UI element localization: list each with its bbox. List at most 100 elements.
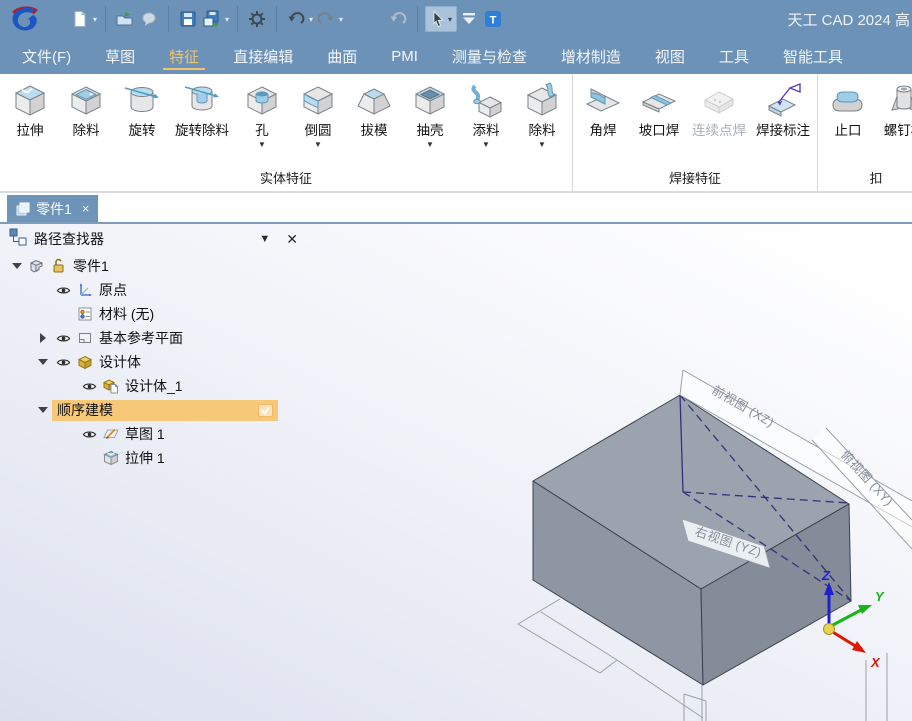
ribbon-button-extrude[interactable]: 拉伸 — [3, 78, 57, 151]
text-tool-icon: T — [484, 10, 502, 28]
new-file-button[interactable] — [68, 7, 92, 31]
gear-icon — [248, 10, 266, 28]
dropdown-arrow-icon[interactable]: ▼ — [538, 139, 546, 151]
tree-row-拉伸 1[interactable]: 拉伸 1 — [0, 446, 312, 470]
tree-row-顺序建模[interactable]: 顺序建模 — [0, 398, 312, 422]
eye-icon[interactable] — [52, 331, 74, 346]
expander-open-icon[interactable] — [34, 354, 52, 370]
save-all-dropdown-icon[interactable]: ▾ — [225, 15, 229, 24]
dropdown-arrow-icon[interactable]: ▼ — [314, 139, 322, 151]
menu-tab-4[interactable]: 直接编辑 — [233, 38, 293, 74]
save-button[interactable] — [176, 7, 200, 31]
ribbon-button-groove-weld[interactable]: 坡口焊 — [632, 78, 686, 151]
pathfinder-icon — [8, 227, 28, 247]
ribbon-button-revolve-cut[interactable]: 旋转除料 — [171, 78, 233, 151]
redo-dropdown-icon[interactable]: ▾ — [339, 15, 343, 24]
part-icon — [26, 258, 48, 274]
ribbon-button-cutout[interactable]: 除料 — [59, 78, 113, 151]
ribbon-button-cutout2[interactable]: 除料▼ — [515, 78, 569, 151]
ref-plane-icon — [74, 330, 96, 346]
ribbon-button-label: 除料 — [73, 122, 100, 139]
pathfinder-title: 路径查找器 — [34, 229, 104, 249]
open-file-button[interactable] — [113, 7, 137, 31]
save-icon — [179, 10, 197, 28]
expander-open-icon[interactable] — [8, 258, 26, 274]
menu-tab-10[interactable]: 工具 — [719, 38, 749, 74]
tab-close-icon[interactable]: × — [82, 201, 90, 216]
toolbar-gap — [344, 19, 386, 20]
ribbon-button-draft[interactable]: 拔模 — [347, 78, 401, 151]
menu-tab-7[interactable]: 测量与检查 — [452, 38, 527, 74]
y-axis-label: Y — [875, 589, 885, 604]
new-file-dropdown-icon[interactable]: ▾ — [93, 15, 97, 24]
extrude-mini-icon — [103, 450, 119, 466]
expander-closed-icon[interactable] — [34, 330, 52, 346]
round-icon — [298, 81, 338, 121]
ribbon-button-shell[interactable]: 抽壳▼ — [403, 78, 457, 151]
dropdown-arrow-icon[interactable]: ▼ — [482, 139, 490, 151]
eye-icon[interactable] — [52, 355, 74, 370]
expander-open-icon[interactable] — [34, 402, 52, 418]
tree-row-设计体_1[interactable]: 设计体_1 — [0, 374, 312, 398]
ribbon-button-round[interactable]: 倒圆▼ — [291, 78, 345, 151]
tree-row-草图 1[interactable]: 草图 1 — [0, 422, 312, 446]
revolve-icon — [122, 81, 162, 121]
menu-tab-5[interactable]: 曲面 — [327, 38, 357, 74]
ribbon-button-label: 添料 — [473, 122, 500, 139]
menu-tab-1[interactable]: 文件(F) — [22, 38, 71, 74]
checked-checkbox-icon[interactable] — [258, 403, 273, 418]
dropdown-arrow-icon[interactable]: ▼ — [258, 139, 266, 151]
ribbon-group-label: 焊接特征 — [575, 166, 815, 191]
dropdown-arrow-icon[interactable]: ▼ — [426, 139, 434, 151]
menu-tab-8[interactable]: 增材制造 — [561, 38, 621, 74]
eye-icon — [56, 331, 71, 346]
ribbon-button-lip[interactable]: 止口 — [821, 78, 875, 151]
ribbon-button-screw-boss[interactable]: 螺钉柱 — [877, 78, 912, 151]
ribbon-button-hole[interactable]: 孔▼ — [235, 78, 289, 151]
undo-dropdown-icon[interactable]: ▾ — [309, 15, 313, 24]
pathfinder-options-chevron-icon[interactable]: ▼ — [259, 233, 270, 245]
save-all-button[interactable] — [200, 7, 224, 31]
ribbon-button-label: 拔模 — [361, 122, 388, 139]
ribbon-button-label: 孔 — [255, 122, 269, 139]
tree-row-设计体[interactable]: 设计体 — [0, 350, 312, 374]
document-tab-bar: 零件1× — [0, 195, 912, 224]
tree-row-材料 (无)[interactable]: 材料 (无) — [0, 302, 312, 326]
active-mode-highlight[interactable]: 顺序建模 — [52, 400, 278, 421]
select-tool-button[interactable]: ▾ — [425, 6, 457, 32]
ribbon-button-fillet-weld[interactable]: 角焊 — [576, 78, 630, 151]
tree-row-基本参考平面[interactable]: 基本参考平面 — [0, 326, 312, 350]
spot-weld-icon — [699, 81, 739, 121]
screw-boss-icon — [884, 81, 912, 121]
cutout-icon — [66, 81, 106, 121]
tree-row-原点[interactable]: 原点 — [0, 278, 312, 302]
menu-tab-6[interactable]: PMI — [391, 38, 418, 74]
ribbon-button-weld-label[interactable]: 焊接标注 — [752, 78, 814, 151]
ribbon-button-revolve[interactable]: 旋转 — [115, 78, 169, 151]
eye-icon[interactable] — [52, 283, 74, 298]
filter-chevron-button[interactable] — [457, 7, 481, 31]
origin-axes-icon — [77, 282, 93, 298]
document-tab[interactable]: 零件1× — [7, 195, 98, 222]
redo-button[interactable] — [314, 7, 338, 31]
expander-open-icon — [35, 402, 51, 418]
ribbon-group-label: 扣 — [820, 166, 912, 191]
menu-tab-3[interactable]: 特征 — [169, 38, 199, 74]
body-doc-icon — [100, 378, 122, 394]
menu-tab-2[interactable]: 草图 — [105, 38, 135, 74]
pathfinder-close-icon[interactable]: ✕ — [286, 231, 298, 248]
text-tool-button[interactable]: T — [481, 7, 505, 31]
eye-icon[interactable] — [78, 427, 100, 442]
toolbar-separator — [105, 6, 106, 32]
tree-row-零件1[interactable]: 零件1 — [0, 254, 312, 278]
ribbon-button-label: 抽壳 — [417, 122, 444, 139]
eye-icon[interactable] — [78, 379, 100, 394]
hole-icon — [242, 81, 282, 121]
eye-icon — [82, 379, 97, 394]
menu-tab-11[interactable]: 智能工具 — [783, 38, 843, 74]
ribbon-button-add-material[interactable]: 添料▼ — [459, 78, 513, 151]
gear-button[interactable] — [245, 7, 269, 31]
part-icon — [29, 258, 45, 274]
menu-tab-9[interactable]: 视图 — [655, 38, 685, 74]
undo-button[interactable] — [284, 7, 308, 31]
